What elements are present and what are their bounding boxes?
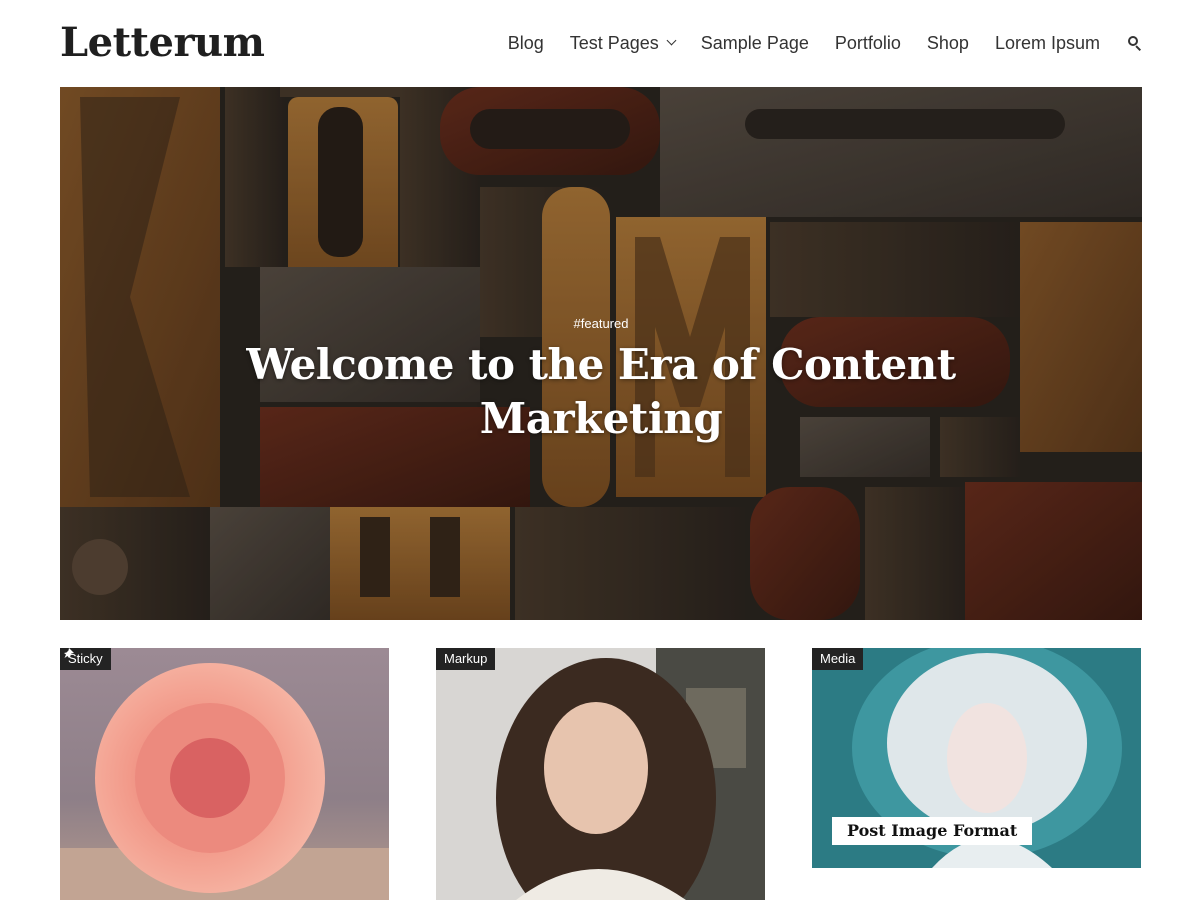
post-card-media[interactable]: Media Post Image Format bbox=[812, 648, 1141, 868]
nav-item-blog[interactable]: Blog bbox=[508, 33, 544, 54]
nav-item-label: Portfolio bbox=[834, 32, 901, 53]
post-card-markup[interactable]: Markup bbox=[436, 648, 765, 900]
nav-item-label: Lorem Ipsum bbox=[994, 32, 1100, 53]
nav-item-label: Blog bbox=[507, 32, 544, 53]
nav-item-label: Shop bbox=[926, 32, 969, 53]
post-title[interactable]: Post Image Format bbox=[832, 817, 1033, 845]
site-logo[interactable]: Letterum bbox=[60, 19, 265, 67]
nav-item-shop[interactable]: Shop bbox=[927, 33, 969, 54]
post-card-sticky[interactable]: Sticky bbox=[60, 648, 389, 900]
post-label-media: Media bbox=[812, 648, 864, 670]
post-label-text: Markup bbox=[444, 651, 488, 666]
nav-item-sample-page[interactable]: Sample Page bbox=[701, 33, 809, 54]
featured-post-hero[interactable]: #featured Welcome to the Era of Content … bbox=[60, 87, 1142, 620]
hero-tag-link[interactable]: #featured bbox=[574, 316, 629, 331]
hero-title[interactable]: Welcome to the Era of Content Marketing bbox=[241, 338, 961, 446]
nav-item-label: Sample Page bbox=[700, 32, 809, 53]
nav-item-label: Test Pages bbox=[569, 32, 659, 53]
nav-item-portfolio[interactable]: Portfolio bbox=[835, 33, 901, 54]
chevron-down-icon bbox=[666, 35, 677, 46]
post-label-sticky: Sticky bbox=[60, 648, 111, 670]
pin-icon bbox=[64, 648, 74, 658]
search-icon[interactable] bbox=[1128, 35, 1142, 52]
post-image-pink-flower bbox=[60, 648, 389, 900]
site-header: Letterum Blog Test Pages Sample Page Por… bbox=[60, 0, 1142, 87]
post-image-woman-portrait bbox=[436, 648, 765, 900]
hero-text: #featured Welcome to the Era of Content … bbox=[60, 315, 1142, 446]
post-label-text: Media bbox=[820, 651, 856, 666]
post-label-markup: Markup bbox=[436, 648, 496, 670]
main-nav: Blog Test Pages Sample Page Portfolio Sh… bbox=[508, 30, 1142, 56]
nav-item-lorem-ipsum[interactable]: Lorem Ipsum bbox=[995, 33, 1100, 54]
nav-item-test-pages[interactable]: Test Pages bbox=[569, 32, 677, 54]
